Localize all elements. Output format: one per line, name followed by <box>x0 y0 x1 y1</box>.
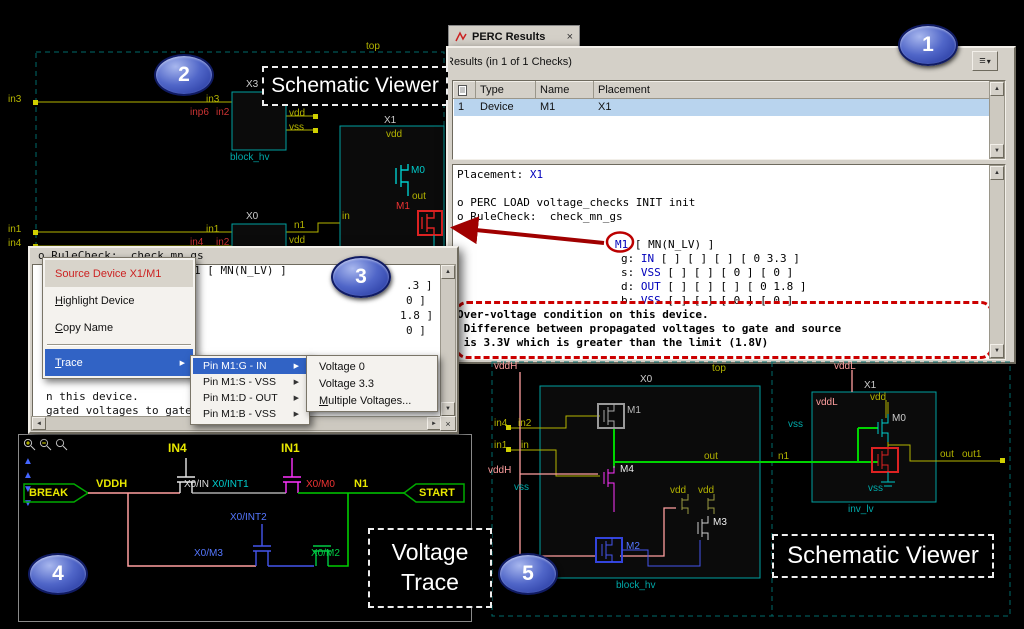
submenu-arrow-icon: ▶ <box>170 359 185 367</box>
submenu-arrow-icon: ▶ <box>284 410 299 418</box>
menu-item-copy-name[interactable]: Copy Name <box>45 314 193 341</box>
net-label: IN4 <box>168 442 187 454</box>
menu-item-label: Pin M1:S - VSS <box>203 376 276 388</box>
submenu-item-voltage-33[interactable]: Voltage 3.3 <box>309 375 435 392</box>
net-label: X0/M2 <box>311 549 340 559</box>
menu-item-trace[interactable]: Trace ▶ <box>45 349 193 376</box>
submenu-item-voltage-0[interactable]: Voltage 0 <box>309 358 435 375</box>
menu-item-label: Source Device X1/M1 <box>55 268 161 280</box>
submenu-arrow-icon: ▶ <box>284 394 299 402</box>
trace-pin-submenu: Pin M1:G - IN ▶ Pin M1:S - VSS ▶ Pin M1:D … <box>190 355 310 425</box>
net-label: X0/M0 <box>306 480 335 490</box>
net-label: BREAK <box>29 488 68 499</box>
net-label: N1 <box>354 479 368 490</box>
schematic-viewer-caption-top: Schematic Viewer <box>262 66 448 106</box>
net-label: X0/INT2 <box>230 513 267 523</box>
net-label: START <box>419 488 455 499</box>
submenu-arrow-icon: ▶ <box>284 362 299 370</box>
schematic-viewer-caption-bottom: Schematic Viewer <box>772 534 994 578</box>
menu-item-label: Trace <box>55 357 83 369</box>
submenu-arrow-icon: ▶ <box>284 378 299 386</box>
submenu-item-pin-b[interactable]: Pin M1:B - VSS ▶ <box>193 406 307 422</box>
net-label: VDDH <box>96 479 127 490</box>
voltage-trace-caption: Voltage Trace <box>368 528 492 608</box>
net-label: X0/IN <box>184 480 209 490</box>
net-label: X0/M3 <box>194 549 223 559</box>
device-context-menu: Source Device X1/M1 Highlight Device Cop… <box>42 257 196 379</box>
menu-item-label: Voltage 0 <box>319 361 365 373</box>
badge-2: 2 <box>154 54 214 96</box>
net-label: IN1 <box>281 442 300 454</box>
menu-item-label: Highlight Device <box>55 295 135 307</box>
menu-item-label: Pin M1:G - IN <box>203 360 267 372</box>
menu-item-label: Pin M1:D - OUT <box>203 392 278 404</box>
voltage-submenu: Voltage 0 Voltage 3.3 Multiple Voltages.… <box>306 355 438 412</box>
menu-item-label: Pin M1:B - VSS <box>203 408 276 420</box>
menu-separator <box>47 344 191 346</box>
badge-1: 1 <box>898 24 958 66</box>
submenu-item-pin-s[interactable]: Pin M1:S - VSS ▶ <box>193 374 307 390</box>
submenu-item-pin-g[interactable]: Pin M1:G - IN ▶ <box>193 358 307 374</box>
net-label: X0/INT1 <box>212 480 249 490</box>
menu-item-label: Voltage 3.3 <box>319 378 374 390</box>
submenu-item-pin-d[interactable]: Pin M1:D - OUT ▶ <box>193 390 307 406</box>
menu-item-highlight-device[interactable]: Highlight Device <box>45 287 193 314</box>
menu-item-label: Multiple Voltages... <box>319 395 411 407</box>
menu-item-source-device[interactable]: Source Device X1/M1 <box>45 260 193 287</box>
slide-canvas: topin3X3in3inp6in2outvddvssn3block_hvin1… <box>0 0 1024 629</box>
menu-item-label: Copy Name <box>55 322 113 334</box>
submenu-item-multiple-voltages[interactable]: Multiple Voltages... <box>309 392 435 409</box>
badge-3: 3 <box>331 256 391 298</box>
badge-4: 4 <box>28 553 88 595</box>
badge-5: 5 <box>498 553 558 595</box>
